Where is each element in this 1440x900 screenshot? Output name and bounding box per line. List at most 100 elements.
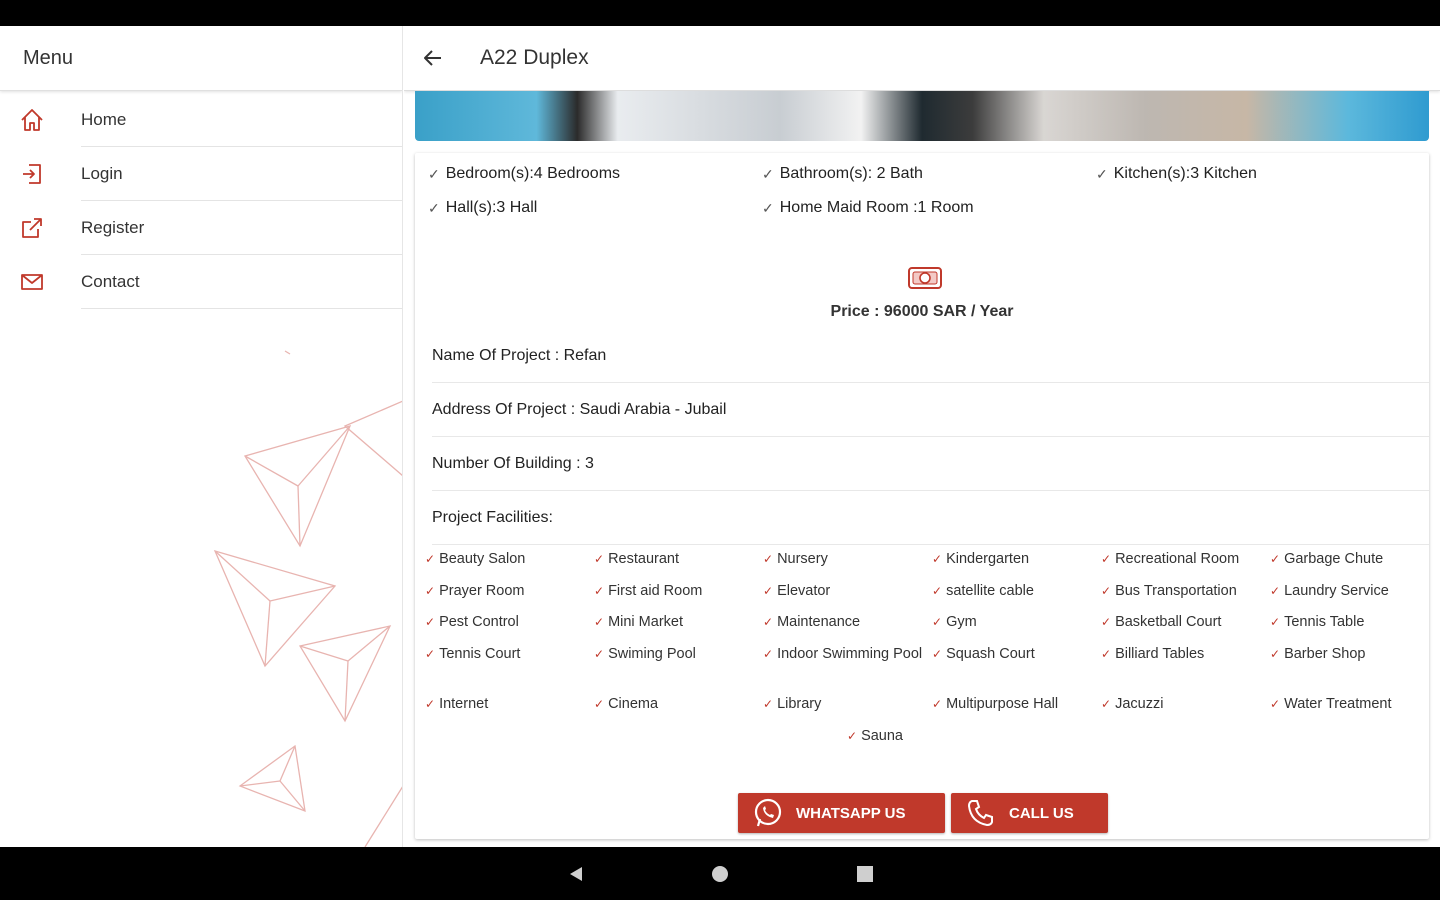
facility-label: Swiming Pool <box>608 646 696 662</box>
facility-label: Kindergarten <box>946 551 1030 567</box>
back-button[interactable] <box>408 33 458 83</box>
check-icon: ✓ <box>594 615 605 629</box>
facility-label: Laundry Service <box>1284 583 1389 599</box>
call-button[interactable]: CALL US <box>951 793 1108 833</box>
menu-item-label: Login <box>81 164 123 183</box>
square-recents-icon <box>857 865 873 882</box>
check-icon: ✓ <box>1101 697 1112 711</box>
menu-item-login[interactable]: Login <box>0 147 402 201</box>
facility-item: ✓ Tennis Court <box>425 646 585 663</box>
facility-label: satellite cable <box>946 583 1034 599</box>
facility-label: Indoor Swimming Pool <box>777 646 923 662</box>
facility-label: Basketball Court <box>1115 614 1222 630</box>
check-icon: ✓ <box>1101 647 1112 661</box>
main-content: A22 Duplex ✓ Bedroom(s):4 Bedrooms ✓ Bathr… <box>404 26 1440 847</box>
price-text: Price : 96000 SAR / Year <box>830 303 1014 320</box>
facility-item: ✓ satellite cable <box>932 583 1092 600</box>
property-image[interactable] <box>415 91 1429 141</box>
facility-item: ✓ Pest Control <box>425 614 585 631</box>
recents-nav-button[interactable] <box>840 847 890 900</box>
navigation-drawer: Menu Home Login Register Contact <box>0 26 403 847</box>
check-icon: ✓ <box>762 199 774 216</box>
arrow-left-icon <box>424 50 441 66</box>
spec-kitchens: ✓ Kitchen(s):3 Kitchen <box>1096 165 1257 182</box>
facility-item: ✓ Multipurpose Hall <box>932 696 1092 713</box>
check-icon: ✓ <box>1270 697 1281 711</box>
check-icon: ✓ <box>1270 615 1281 629</box>
check-icon: ✓ <box>1101 552 1112 566</box>
drawer-header: Menu <box>0 26 402 91</box>
check-icon: ✓ <box>594 552 605 566</box>
facility-item: ✓ Beauty Salon <box>425 551 585 568</box>
check-icon: ✓ <box>428 199 440 216</box>
check-icon: ✓ <box>594 647 605 661</box>
menu-item-contact[interactable]: Contact <box>0 255 402 309</box>
facility-item: ✓ Jacuzzi <box>1101 696 1261 713</box>
check-icon: ✓ <box>932 697 943 711</box>
check-icon: ✓ <box>932 615 943 629</box>
facility-item: ✓ Gym <box>932 614 1092 631</box>
spec-bathrooms: ✓ Bathroom(s): 2 Bath <box>762 165 923 182</box>
check-icon: ✓ <box>594 697 605 711</box>
home-nav-button[interactable] <box>695 847 745 900</box>
facility-item: ✓ Billiard Tables <box>1101 646 1261 663</box>
triangle-back-icon <box>570 866 582 881</box>
check-icon: ✓ <box>763 584 774 598</box>
money-icon <box>908 267 942 289</box>
facility-item: ✓ Internet <box>425 696 585 713</box>
facility-item: ✓ Kindergarten <box>932 551 1092 568</box>
back-nav-button[interactable] <box>551 847 601 900</box>
check-icon: ✓ <box>763 697 774 711</box>
facility-item: ✓ Elevator <box>763 583 923 600</box>
check-icon: ✓ <box>763 552 774 566</box>
facility-item: ✓ Bus Transportation <box>1101 583 1261 600</box>
facility-label: Sauna <box>861 728 903 744</box>
check-icon: ✓ <box>425 697 436 711</box>
facility-label: Squash Court <box>946 646 1035 662</box>
facility-label: Barber Shop <box>1284 646 1366 662</box>
check-icon: ✓ <box>763 615 774 629</box>
facility-label: Cinema <box>608 696 659 712</box>
facility-label: Beauty Salon <box>439 551 526 567</box>
check-icon: ✓ <box>1270 647 1281 661</box>
check-icon: ✓ <box>425 615 436 629</box>
check-icon: ✓ <box>932 647 943 661</box>
check-icon: ✓ <box>763 647 774 661</box>
facility-label: Recreational Room <box>1115 551 1240 567</box>
facility-label: Nursery <box>777 551 828 567</box>
project-address-row: Address Of Project : Saudi Arabia - Juba… <box>432 383 1429 437</box>
decorative-pattern <box>213 350 402 847</box>
whatsapp-button[interactable]: WHATSAPP US <box>738 793 945 833</box>
menu-item-register[interactable]: Register <box>0 201 402 255</box>
check-icon: ✓ <box>762 165 774 182</box>
facilities-title-row: Project Facilities: <box>432 491 1429 545</box>
page-title: A22 Duplex <box>480 46 589 69</box>
circle-home-icon <box>712 865 728 882</box>
facility-item: ✓ Mini Market <box>594 614 754 631</box>
facility-label: Internet <box>439 696 489 712</box>
mail-icon <box>21 274 43 290</box>
facility-item: ✓ Basketball Court <box>1101 614 1261 631</box>
facility-label: Gym <box>946 614 977 630</box>
check-icon: ✓ <box>1101 615 1112 629</box>
external-link-icon <box>22 218 42 238</box>
whatsapp-icon <box>754 798 782 827</box>
facility-item: ✓ Cinema <box>594 696 754 713</box>
spec-halls: ✓ Hall(s):3 Hall <box>428 199 538 216</box>
menu-item-home[interactable]: Home <box>0 93 402 147</box>
check-icon: ✓ <box>594 584 605 598</box>
check-icon: ✓ <box>425 584 436 598</box>
facility-label: Mini Market <box>608 614 683 630</box>
facility-item: ✓ Recreational Room <box>1101 551 1261 568</box>
status-bar <box>0 0 1440 26</box>
facility-label: Tennis Court <box>439 646 521 662</box>
facility-item: ✓ Garbage Chute <box>1270 551 1430 568</box>
spec-maid-room: ✓ Home Maid Room :1 Room <box>762 199 974 216</box>
check-icon: ✓ <box>932 552 943 566</box>
facility-item: ✓ Restaurant <box>594 551 754 568</box>
login-icon <box>23 164 41 184</box>
facility-item: ✓ Swiming Pool <box>594 646 754 663</box>
facility-label: Pest Control <box>439 614 519 630</box>
facility-item: ✓ Nursery <box>763 551 923 568</box>
facility-item: ✓ Maintenance <box>763 614 923 631</box>
